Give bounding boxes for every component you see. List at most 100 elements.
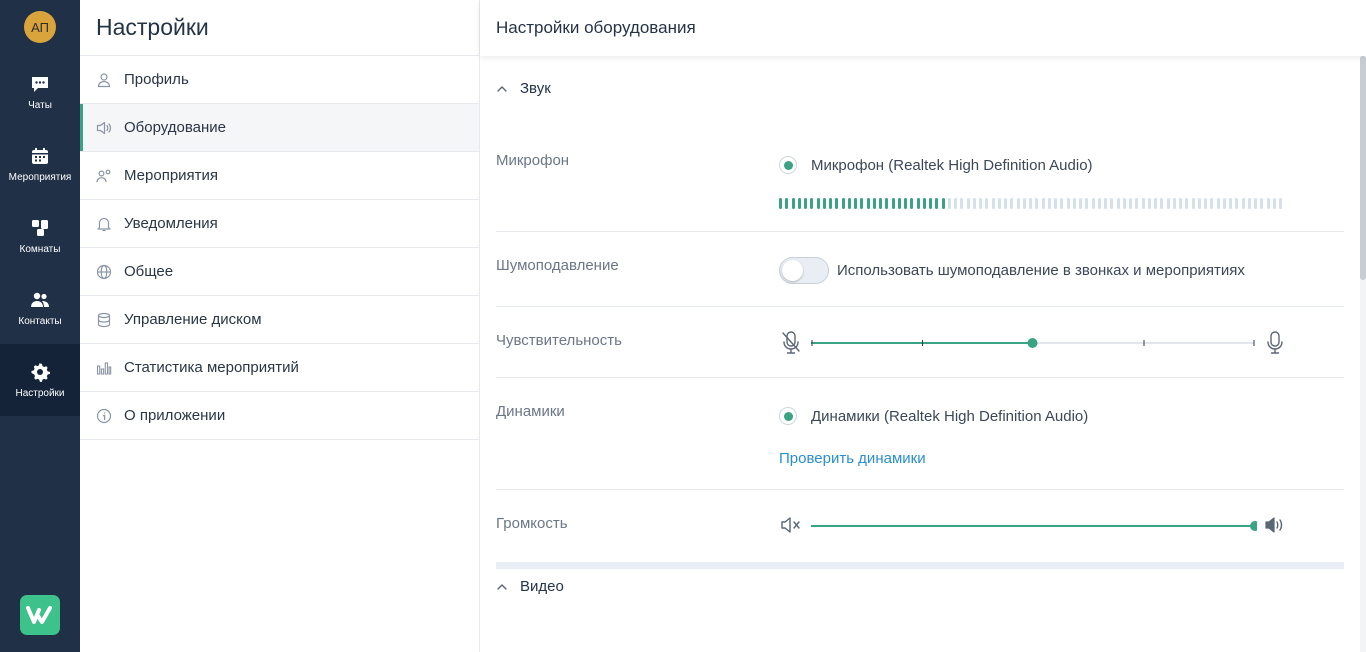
noise-suppression-label: Шумоподавление	[496, 257, 619, 274]
nav-item-notifications[interactable]: Уведомления	[80, 200, 479, 248]
meter-segment	[1116, 197, 1120, 209]
meter-segment	[816, 197, 820, 209]
meter-segment	[1191, 197, 1195, 209]
meter-segment	[1072, 197, 1076, 209]
rail-item-settings[interactable]: Настройки	[0, 344, 80, 416]
divider	[496, 489, 1344, 490]
stats-icon	[96, 360, 112, 376]
sensitivity-slider-handle[interactable]	[1027, 338, 1038, 348]
sensitivity-slider[interactable]	[811, 333, 1257, 353]
meter-segment	[804, 197, 807, 209]
meter-segment	[916, 197, 920, 209]
meter-segment	[1122, 197, 1126, 209]
meter-segment	[1035, 197, 1039, 209]
meter-segment	[1029, 197, 1032, 209]
nav-item-about[interactable]: О приложении	[80, 392, 479, 440]
nav-title: Настройки	[80, 0, 479, 56]
chevron-up-icon	[497, 85, 507, 92]
bell-icon	[96, 216, 112, 232]
nav-item-label: Мероприятия	[124, 167, 219, 184]
nav-item-disk[interactable]: Управление диском	[80, 296, 479, 344]
sound-section-toggle[interactable]: Звук	[496, 80, 551, 97]
test-speakers-link[interactable]: Проверить динамики	[779, 450, 926, 467]
nav-item-label: Профиль	[124, 71, 189, 88]
nav-item-hardware[interactable]: Оборудование	[80, 104, 479, 152]
microphone-device-label: Микрофон (Realtek High Definition Audio)	[811, 156, 1093, 174]
microphone-label: Микрофон	[496, 152, 570, 169]
meter-segment	[1254, 197, 1257, 209]
speakers-option[interactable]: Динамики (Realtek High Definition Audio)	[779, 407, 1088, 425]
volume-slider-handle[interactable]	[1250, 521, 1257, 531]
meter-segment	[1210, 197, 1214, 209]
chevron-up-icon	[497, 583, 507, 590]
app-logo-icon	[20, 595, 60, 635]
nav-item-events[interactable]: Мероприятия	[80, 152, 479, 200]
meter-segment	[1266, 197, 1270, 209]
app-rail: АП Чаты Мероприятия Комнаты Контакты Нас…	[0, 0, 80, 652]
avatar[interactable]: АП	[24, 11, 56, 43]
speakers-label: Динамики	[496, 403, 565, 420]
meter-segment	[897, 197, 901, 209]
meter-segment	[991, 197, 995, 209]
scrollbar-thumb[interactable]	[1360, 56, 1366, 280]
nav-item-label: Статистика мероприятий	[124, 359, 299, 376]
nav-item-event-stats[interactable]: Статистика мероприятий	[80, 344, 479, 392]
nav-item-label: Общее	[124, 263, 174, 280]
meter-segment	[810, 197, 814, 209]
rail-item-contacts[interactable]: Контакты	[0, 272, 80, 344]
meter-segment	[841, 197, 845, 209]
rail-item-chats[interactable]: Чаты	[0, 56, 80, 128]
nav-item-general[interactable]: Общее	[80, 248, 479, 296]
meter-segment	[1179, 197, 1182, 209]
mic-off-icon	[782, 331, 800, 354]
meter-segment	[1197, 197, 1201, 209]
rail-item-label: Настройки	[15, 387, 65, 399]
meter-segment	[1022, 197, 1026, 209]
volume-up-icon	[1265, 517, 1283, 533]
settings-nav: Настройки Профиль Оборудование Мероприят…	[80, 0, 480, 652]
nav-item-profile[interactable]: Профиль	[80, 56, 479, 104]
sound-section-label: Звук	[520, 80, 551, 97]
meter-segment	[1097, 197, 1101, 209]
meter-segment	[1279, 197, 1282, 209]
rail-item-label: Комнаты	[19, 243, 61, 255]
meter-segment	[785, 197, 789, 209]
info-icon	[96, 408, 112, 424]
meter-segment	[1229, 197, 1232, 209]
microphone-radio[interactable]	[779, 156, 797, 174]
meter-segment	[941, 197, 945, 209]
meter-segment	[1272, 197, 1276, 209]
divider	[496, 377, 1344, 378]
meter-segment	[954, 197, 957, 209]
meter-segment	[985, 197, 989, 209]
rail-item-rooms[interactable]: Комнаты	[0, 200, 80, 272]
meter-segment	[966, 197, 970, 209]
meter-segment	[929, 197, 932, 209]
scrollbar[interactable]	[1360, 56, 1366, 652]
meter-segment	[879, 197, 882, 209]
divider	[496, 231, 1344, 232]
rooms-icon	[32, 219, 48, 236]
meter-segment	[1041, 197, 1045, 209]
rail-item-events[interactable]: Мероприятия	[0, 128, 80, 200]
gear-icon	[31, 362, 50, 382]
nav-item-label: Уведомления	[124, 215, 218, 232]
calendar-icon	[32, 147, 48, 164]
meter-segment	[1185, 197, 1189, 209]
noise-suppression-toggle-label: Использовать шумоподавление в звонках и …	[837, 262, 1245, 279]
section-separator	[496, 562, 1344, 569]
meter-segment	[847, 197, 851, 209]
meter-segment	[960, 197, 964, 209]
volume-slider[interactable]	[811, 516, 1257, 536]
microphone-option[interactable]: Микрофон (Realtek High Definition Audio)	[779, 156, 1093, 174]
meter-segment	[1235, 197, 1239, 209]
meter-segment	[1066, 197, 1070, 209]
video-section-toggle[interactable]: Видео	[496, 578, 564, 595]
noise-suppression-toggle[interactable]	[779, 257, 829, 284]
user-icon	[96, 72, 112, 88]
meter-segment	[1247, 197, 1251, 209]
meter-segment	[885, 197, 889, 209]
speakers-radio[interactable]	[779, 407, 797, 425]
meter-segment	[891, 197, 895, 209]
page-title: Настройки оборудования	[480, 0, 1366, 56]
